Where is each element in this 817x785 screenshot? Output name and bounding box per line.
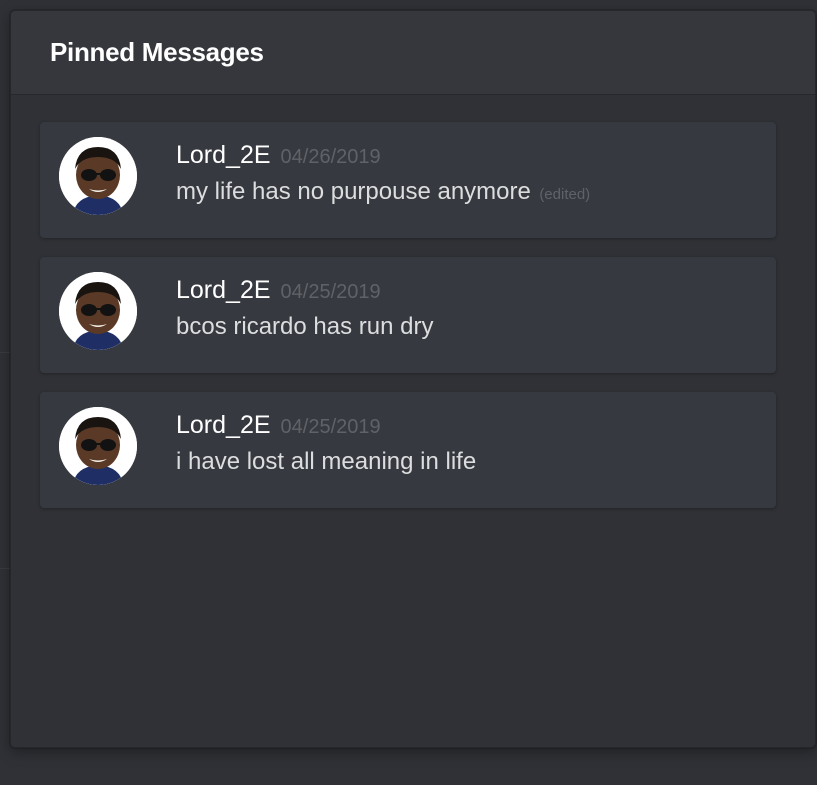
timestamp: 04/25/2019 bbox=[280, 416, 381, 438]
message-content: my life has no purpouse anymore (edited) bbox=[176, 178, 756, 206]
message-content: bcos ricardo has run dry bbox=[176, 313, 756, 341]
author-name[interactable]: Lord_2E bbox=[176, 411, 271, 440]
avatar[interactable] bbox=[59, 137, 137, 215]
author-name[interactable]: Lord_2E bbox=[176, 276, 271, 305]
message-body: Lord_2E 04/26/2019 my life has no purpou… bbox=[176, 141, 756, 206]
edited-label: (edited) bbox=[539, 186, 591, 203]
author-name[interactable]: Lord_2E bbox=[176, 141, 271, 170]
avatar[interactable] bbox=[59, 407, 137, 485]
avatar-photo-icon bbox=[59, 137, 137, 215]
avatar-photo-icon bbox=[59, 407, 137, 485]
message-header: Lord_2E 04/25/2019 bbox=[176, 411, 756, 440]
message-text: my life has no purpouse anymore bbox=[176, 178, 531, 205]
popout-title: Pinned Messages bbox=[50, 37, 264, 67]
avatar-photo-icon bbox=[59, 272, 137, 350]
pinned-messages-popout: Pinned Messages Lord_2E 04/26/2019 my li… bbox=[10, 10, 816, 748]
message-body: Lord_2E 04/25/2019 i have lost all meani… bbox=[176, 411, 756, 476]
message-text: i have lost all meaning in life bbox=[176, 448, 477, 475]
timestamp: 04/26/2019 bbox=[280, 146, 381, 168]
message-body: Lord_2E 04/25/2019 bcos ricardo has run … bbox=[176, 276, 756, 341]
message-header: Lord_2E 04/26/2019 bbox=[176, 141, 756, 170]
pinned-message-list: Lord_2E 04/26/2019 my life has no purpou… bbox=[11, 95, 815, 508]
pinned-message[interactable]: Lord_2E 04/25/2019 bcos ricardo has run … bbox=[40, 257, 776, 373]
message-content: i have lost all meaning in life bbox=[176, 448, 756, 476]
pinned-message[interactable]: Lord_2E 04/26/2019 my life has no purpou… bbox=[40, 122, 776, 238]
message-header: Lord_2E 04/25/2019 bbox=[176, 276, 756, 305]
avatar[interactable] bbox=[59, 272, 137, 350]
pinned-message[interactable]: Lord_2E 04/25/2019 i have lost all meani… bbox=[40, 392, 776, 508]
message-text: bcos ricardo has run dry bbox=[176, 313, 434, 340]
popout-header: Pinned Messages bbox=[11, 11, 815, 95]
timestamp: 04/25/2019 bbox=[280, 281, 381, 303]
